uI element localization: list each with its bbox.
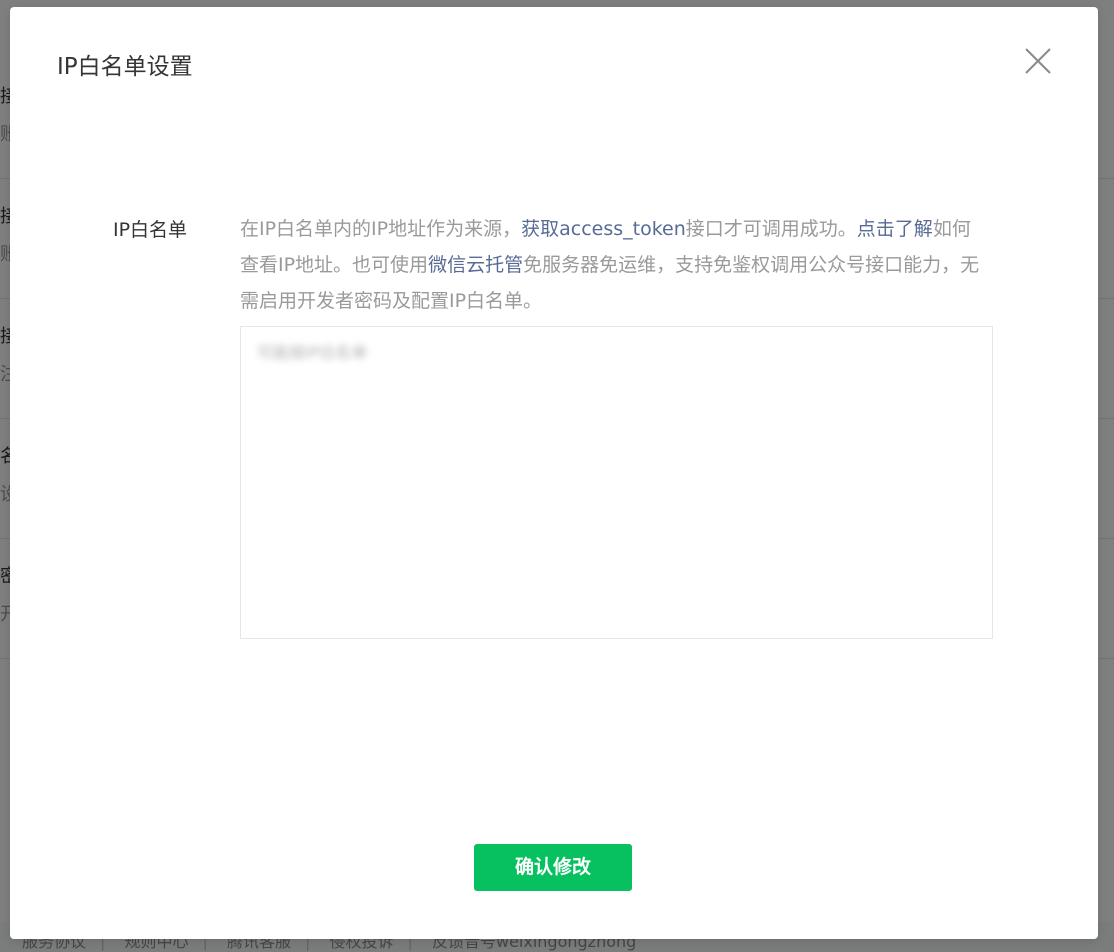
view-ip-help-link[interactable]: 点击了解 [857, 218, 933, 240]
access-token-link[interactable]: 获取access_token [521, 218, 686, 240]
ip-whitelist-label: IP白名单 [113, 219, 188, 241]
ip-whitelist-textarea[interactable]: 可能接IP白名单 [240, 326, 993, 639]
textarea-placeholder: 可能接IP白名单 [257, 343, 368, 362]
tip-text: 接口才可调用成功。 [685, 218, 857, 240]
wechat-cloud-hosting-link[interactable]: 微信云托管 [428, 254, 523, 276]
confirm-button[interactable]: 确认修改 [474, 844, 632, 891]
tip-text: 在IP白名单内的IP地址作为来源， [240, 218, 522, 240]
close-icon [1025, 48, 1051, 74]
ip-whitelist-dialog: IP白名单设置 IP白名单 在IP白名单内的IP地址作为来源，获取access_… [10, 7, 1098, 939]
close-button[interactable] [1020, 43, 1056, 79]
ip-whitelist-tip: 在IP白名单内的IP地址作为来源，获取access_token接口才可调用成功。… [240, 211, 985, 319]
dialog-title: IP白名单设置 [57, 54, 193, 80]
